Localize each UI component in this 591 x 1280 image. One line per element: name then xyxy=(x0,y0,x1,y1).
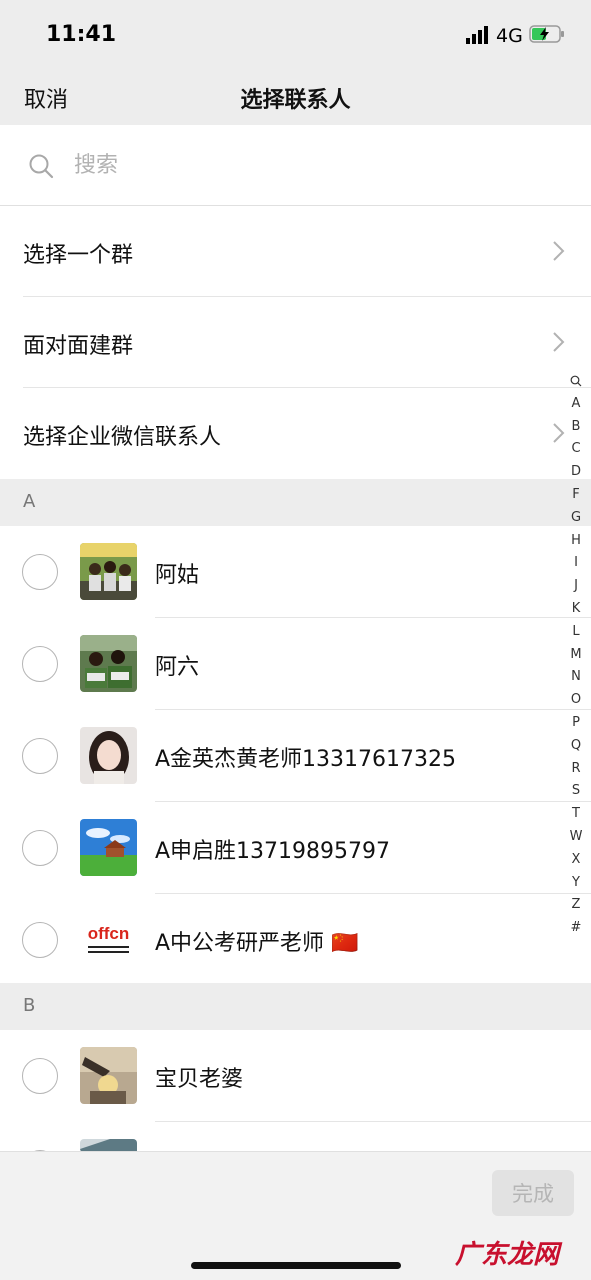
index-letter[interactable]: H xyxy=(563,530,589,553)
search-icon xyxy=(29,154,54,179)
index-letter[interactable]: C xyxy=(563,438,589,461)
contact-name: 阿六 xyxy=(155,655,200,680)
select-radio[interactable] xyxy=(22,1058,58,1094)
svg-text:offcn: offcn xyxy=(88,924,130,943)
navigation-bar: 选择联系人 取消 xyxy=(0,70,591,125)
index-letter[interactable]: L xyxy=(563,621,589,644)
section-header-b: B xyxy=(0,983,591,1030)
option-label: 面对面建群 xyxy=(23,334,134,359)
select-radio[interactable] xyxy=(22,830,58,866)
index-search-icon[interactable] xyxy=(563,370,589,393)
index-letter[interactable]: P xyxy=(563,712,589,735)
contact-row[interactable]: 宝贝老婆 xyxy=(0,1030,591,1122)
index-letter[interactable]: # xyxy=(563,917,589,940)
bottom-bar: 完成 广东龙网 xyxy=(0,1151,591,1280)
index-letter[interactable]: J xyxy=(563,575,589,598)
index-letter[interactable]: G xyxy=(563,507,589,530)
section-letter: B xyxy=(23,995,36,1016)
contact-row[interactable]: offcn A中公考研严老师 🇨🇳 xyxy=(0,894,591,986)
signal-icon xyxy=(466,26,488,44)
chevron-right-icon xyxy=(553,241,565,261)
index-letter[interactable]: R xyxy=(563,758,589,781)
alphabet-index[interactable]: A B C D F G H I J K L M N O P Q R S T W … xyxy=(563,370,589,940)
page-title: 选择联系人 xyxy=(240,88,351,113)
contact-row[interactable]: 阿姑 xyxy=(0,526,591,618)
select-radio[interactable] xyxy=(22,646,58,682)
avatar xyxy=(80,635,137,692)
section-header-a: A xyxy=(0,479,591,526)
contact-row[interactable]: A申启胜13719895797 xyxy=(0,802,591,894)
search-bar xyxy=(0,125,591,206)
select-radio[interactable] xyxy=(22,922,58,958)
index-letter[interactable]: A xyxy=(563,393,589,416)
avatar xyxy=(80,543,137,600)
option-enterprise-contacts[interactable]: 选择企业微信联系人 xyxy=(0,388,591,479)
status-time: 11:41 xyxy=(46,22,117,47)
option-select-group[interactable]: 选择一个群 xyxy=(0,206,591,297)
index-letter[interactable]: N xyxy=(563,666,589,689)
contact-name: A中公考研严老师 🇨🇳 xyxy=(155,931,359,956)
chevron-right-icon xyxy=(553,332,565,352)
avatar xyxy=(80,1047,137,1104)
battery-charging-icon xyxy=(529,25,564,43)
avatar xyxy=(80,819,137,876)
index-letter[interactable]: S xyxy=(563,780,589,803)
network-type: 4G xyxy=(496,25,523,47)
contact-row[interactable]: A金英杰黄老师13317617325 xyxy=(0,710,591,802)
index-letter[interactable]: I xyxy=(563,552,589,575)
index-letter[interactable]: Y xyxy=(563,872,589,895)
contact-name: A申启胜13719895797 xyxy=(155,839,391,864)
status-bar: 11:41 4G xyxy=(0,0,591,70)
contact-row[interactable]: 阿六 xyxy=(0,618,591,710)
index-letter[interactable]: T xyxy=(563,803,589,826)
index-letter[interactable]: K xyxy=(563,598,589,621)
index-letter[interactable]: M xyxy=(563,644,589,667)
option-face-to-face-group[interactable]: 面对面建群 xyxy=(0,297,591,388)
index-letter[interactable]: Q xyxy=(563,735,589,758)
select-radio[interactable] xyxy=(22,554,58,590)
contact-name: 宝贝老婆 xyxy=(155,1067,244,1092)
index-letter[interactable]: Z xyxy=(563,894,589,917)
search-input[interactable] xyxy=(74,143,554,187)
section-letter: A xyxy=(23,491,36,512)
index-letter[interactable]: W xyxy=(563,826,589,849)
done-button[interactable]: 完成 xyxy=(492,1170,574,1216)
offcn-logo-avatar: offcn xyxy=(80,911,137,968)
index-letter[interactable]: X xyxy=(563,849,589,872)
option-label: 选择企业微信联系人 xyxy=(23,425,222,450)
index-letter[interactable]: B xyxy=(563,416,589,439)
cancel-button[interactable]: 取消 xyxy=(24,82,68,114)
select-radio[interactable] xyxy=(22,738,58,774)
home-indicator xyxy=(191,1262,401,1269)
option-label: 选择一个群 xyxy=(23,243,134,268)
watermark-logo: 广东龙网 xyxy=(455,1240,560,1270)
contact-name: A金英杰黄老师13317617325 xyxy=(155,747,457,772)
avatar xyxy=(80,727,137,784)
contact-name: 阿姑 xyxy=(155,563,200,588)
index-letter[interactable]: D xyxy=(563,461,589,484)
index-letter[interactable]: O xyxy=(563,689,589,712)
index-letter[interactable]: F xyxy=(563,484,589,507)
